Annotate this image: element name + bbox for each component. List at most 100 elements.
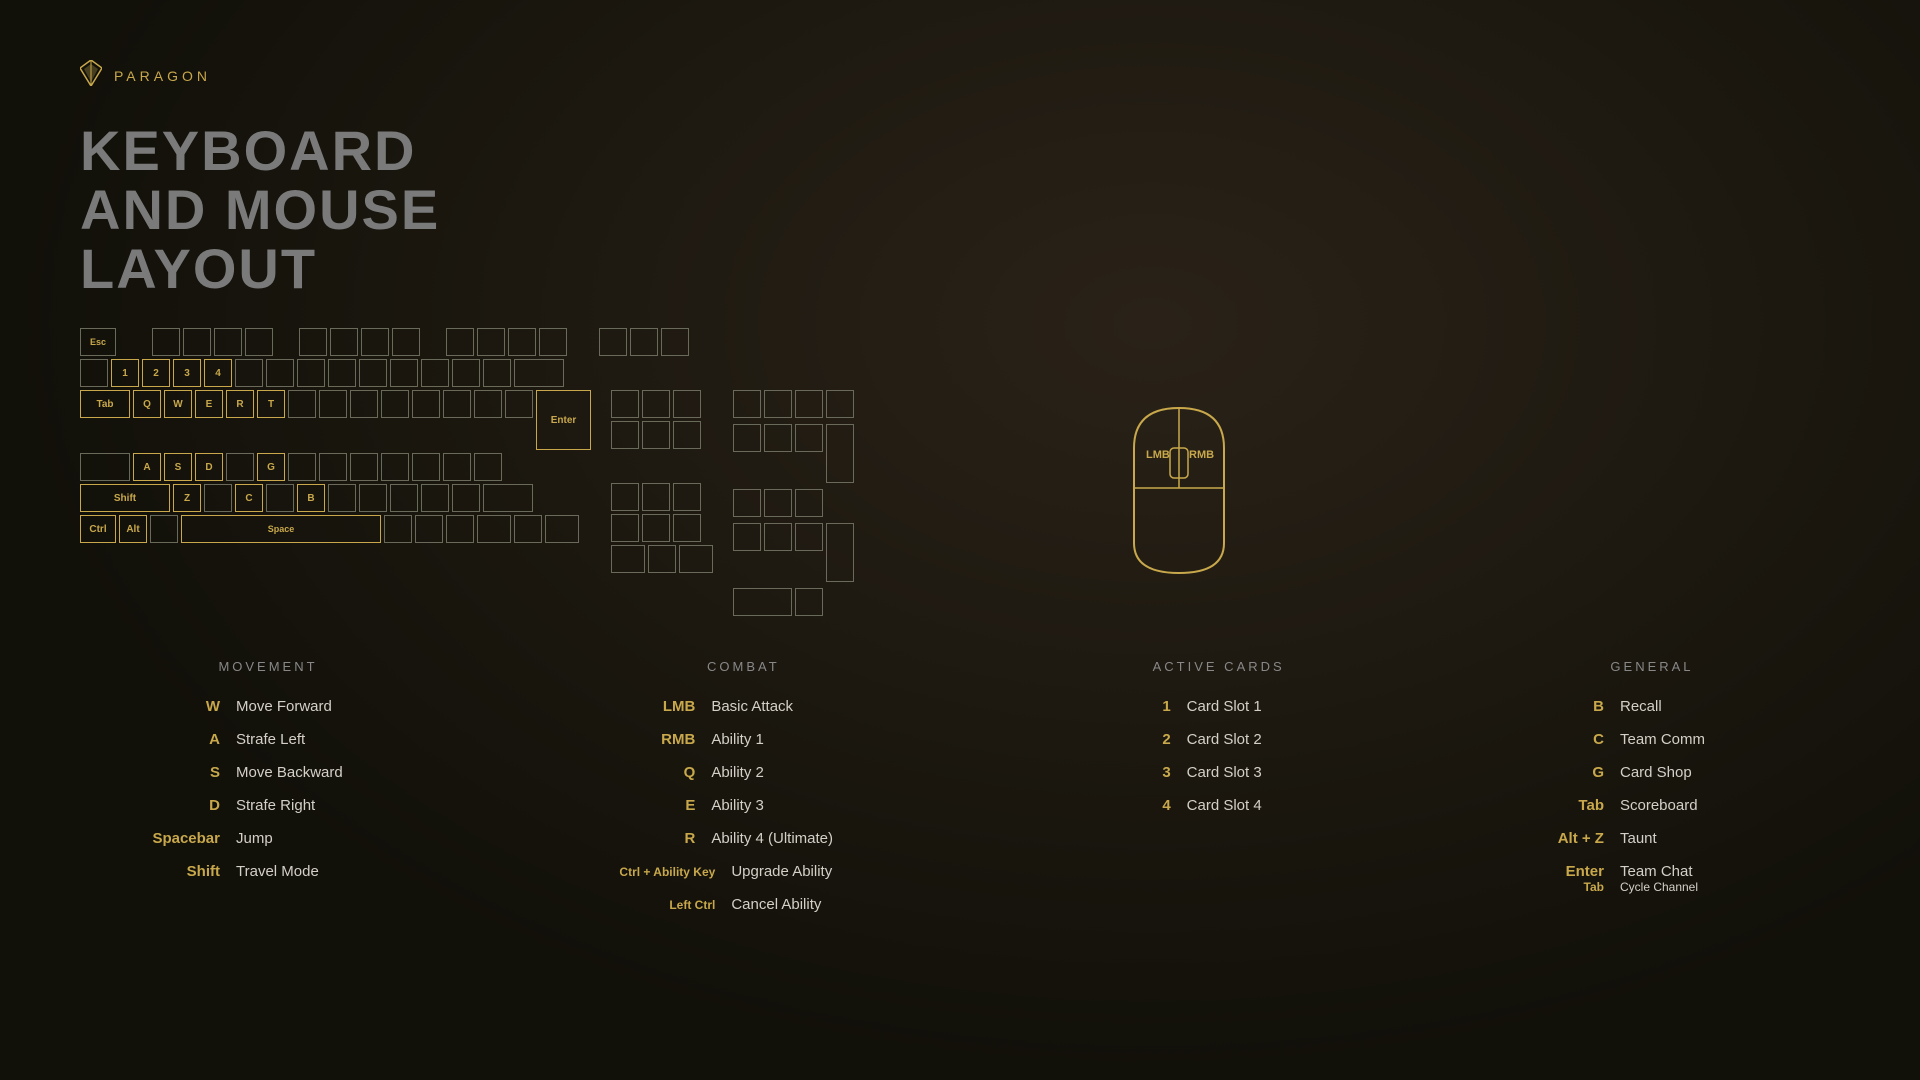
action-label-teamchat: Team Chat bbox=[1620, 863, 1780, 880]
binding-row: Left Ctrl Cancel Ability bbox=[573, 896, 913, 913]
binding-row: Shift Travel Mode bbox=[140, 863, 396, 880]
combat-title: COMBAT bbox=[707, 659, 780, 674]
logo-area: PARAGON bbox=[80, 60, 1840, 92]
binding-row: RMB Ability 1 bbox=[573, 731, 913, 748]
key-label: LMB bbox=[615, 698, 695, 715]
active-cards-section: ACTIVE CARDS 1 Card Slot 1 2 Card Slot 2… bbox=[1091, 659, 1347, 929]
action-label: Jump bbox=[236, 830, 396, 847]
key-label: Tab bbox=[1524, 797, 1604, 814]
key-e: E bbox=[195, 390, 223, 418]
active-cards-title: ACTIVE CARDS bbox=[1153, 659, 1285, 674]
key-space: Space bbox=[181, 515, 381, 543]
key-label: W bbox=[140, 698, 220, 715]
key-r: R bbox=[226, 390, 254, 418]
action-label: Card Slot 1 bbox=[1187, 698, 1347, 715]
key-label-enter: Enter bbox=[1566, 863, 1604, 880]
binding-row: 2 Card Slot 2 bbox=[1091, 731, 1347, 748]
key-ctrl: Ctrl bbox=[80, 515, 116, 543]
key-label: Alt + Z bbox=[1524, 830, 1604, 847]
action-label: Card Slot 4 bbox=[1187, 797, 1347, 814]
action-label: Recall bbox=[1620, 698, 1780, 715]
key-label-group: Enter Tab bbox=[1524, 863, 1604, 894]
action-label: Move Backward bbox=[236, 764, 396, 781]
logo-text: PARAGON bbox=[114, 68, 211, 84]
binding-row: C Team Comm bbox=[1524, 731, 1780, 748]
key-label: RMB bbox=[615, 731, 695, 748]
key-label: D bbox=[140, 797, 220, 814]
keyboard-section: Esc bbox=[80, 328, 1840, 619]
action-label: Ability 1 bbox=[711, 731, 871, 748]
page-title: KEYBOARD AND MOUSE LAYOUT bbox=[80, 122, 1840, 298]
action-label: Travel Mode bbox=[236, 863, 396, 880]
movement-section: MOVEMENT W Move Forward A Strafe Left S … bbox=[140, 659, 396, 929]
key-c: C bbox=[235, 484, 263, 512]
key-shift: Shift bbox=[80, 484, 170, 512]
key-q: Q bbox=[133, 390, 161, 418]
key-label: R bbox=[615, 830, 695, 847]
key-label: 2 bbox=[1091, 731, 1171, 748]
key-tab: Tab bbox=[80, 390, 130, 418]
key-label-tab: Tab bbox=[1584, 880, 1604, 894]
mouse-diagram: LMB RMB bbox=[1114, 388, 1244, 588]
key-label: Ctrl + Ability Key bbox=[595, 865, 715, 879]
key-esc: Esc bbox=[80, 328, 116, 356]
action-label: Basic Attack bbox=[711, 698, 871, 715]
key-label: Shift bbox=[140, 863, 220, 880]
key-label: 4 bbox=[1091, 797, 1171, 814]
logo-icon bbox=[80, 60, 102, 92]
key-label: Spacebar bbox=[140, 830, 220, 847]
binding-row: Ctrl + Ability Key Upgrade Ability bbox=[573, 863, 913, 880]
key-b: B bbox=[297, 484, 325, 512]
action-label: Strafe Right bbox=[236, 797, 396, 814]
binding-row: Q Ability 2 bbox=[573, 764, 913, 781]
action-label: Cancel Ability bbox=[731, 896, 891, 913]
binding-row: 3 Card Slot 3 bbox=[1091, 764, 1347, 781]
key-label: A bbox=[140, 731, 220, 748]
action-label: Upgrade Ability bbox=[731, 863, 891, 880]
binding-row: G Card Shop bbox=[1524, 764, 1780, 781]
key-label: G bbox=[1524, 764, 1604, 781]
binding-row: Alt + Z Taunt bbox=[1524, 830, 1780, 847]
key-label: 3 bbox=[1091, 764, 1171, 781]
action-label-cycle: Cycle Channel bbox=[1620, 880, 1780, 894]
mouse-svg: LMB RMB bbox=[1114, 388, 1244, 588]
binding-row: B Recall bbox=[1524, 698, 1780, 715]
action-label: Card Shop bbox=[1620, 764, 1780, 781]
key-label: 1 bbox=[1091, 698, 1171, 715]
keyboard-diagram: Esc bbox=[80, 328, 854, 619]
key-label: S bbox=[140, 764, 220, 781]
action-label: Card Slot 2 bbox=[1187, 731, 1347, 748]
binding-row: Enter Tab Team Chat Cycle Channel bbox=[1524, 863, 1780, 894]
binding-row: 4 Card Slot 4 bbox=[1091, 797, 1347, 814]
key-d: D bbox=[195, 453, 223, 481]
key-label: Left Ctrl bbox=[595, 898, 715, 912]
binding-row: D Strafe Right bbox=[140, 797, 396, 814]
general-section: GENERAL B Recall C Team Comm G Card Shop… bbox=[1524, 659, 1780, 929]
key-label: Q bbox=[615, 764, 695, 781]
action-label: Move Forward bbox=[236, 698, 396, 715]
binding-row: R Ability 4 (Ultimate) bbox=[573, 830, 913, 847]
key-1: 1 bbox=[111, 359, 139, 387]
action-label: Ability 3 bbox=[711, 797, 871, 814]
binding-row: E Ability 3 bbox=[573, 797, 913, 814]
key-alt: Alt bbox=[119, 515, 147, 543]
action-label: Ability 4 (Ultimate) bbox=[711, 830, 871, 847]
action-label: Strafe Left bbox=[236, 731, 396, 748]
key-enter: Enter bbox=[536, 390, 591, 450]
key-label: E bbox=[615, 797, 695, 814]
key-3: 3 bbox=[173, 359, 201, 387]
binding-row: Tab Scoreboard bbox=[1524, 797, 1780, 814]
key-label: B bbox=[1524, 698, 1604, 715]
action-label: Team Comm bbox=[1620, 731, 1780, 748]
action-label: Scoreboard bbox=[1620, 797, 1780, 814]
binding-row: Spacebar Jump bbox=[140, 830, 396, 847]
key-a: A bbox=[133, 453, 161, 481]
binding-row: LMB Basic Attack bbox=[573, 698, 913, 715]
action-label-group: Team Chat Cycle Channel bbox=[1620, 863, 1780, 894]
key-4: 4 bbox=[204, 359, 232, 387]
action-label: Ability 2 bbox=[711, 764, 871, 781]
key-label: C bbox=[1524, 731, 1604, 748]
bindings-container: MOVEMENT W Move Forward A Strafe Left S … bbox=[80, 659, 1840, 929]
binding-row: S Move Backward bbox=[140, 764, 396, 781]
binding-row: 1 Card Slot 1 bbox=[1091, 698, 1347, 715]
